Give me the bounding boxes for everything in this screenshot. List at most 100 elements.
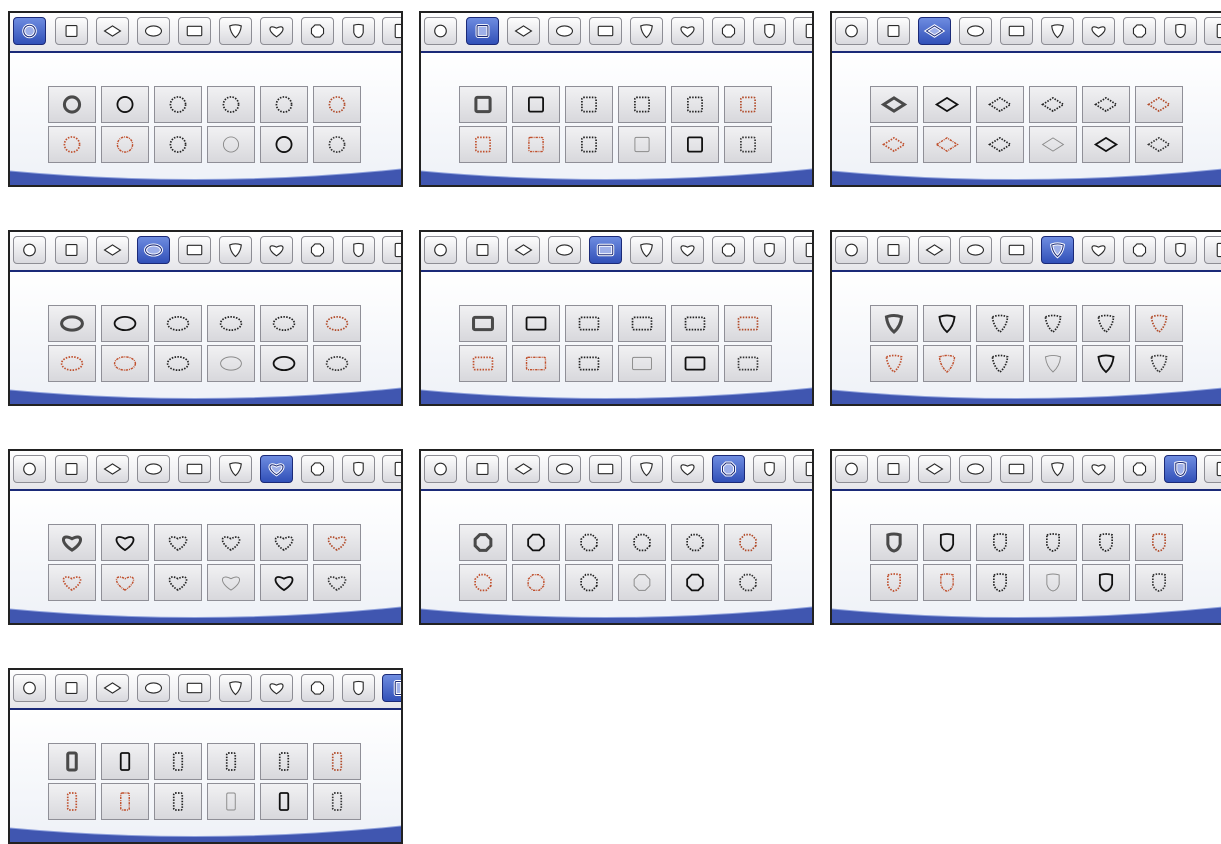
frame-style-button[interactable] [207,524,255,561]
frame-style-button[interactable] [618,564,666,601]
frame-style-button[interactable] [1135,126,1183,163]
frame-style-button[interactable] [154,345,202,382]
frame-style-button[interactable] [207,345,255,382]
frame-style-button[interactable] [724,305,772,342]
frame-style-button[interactable] [512,305,560,342]
tab-rectangle[interactable] [1000,455,1033,483]
tab-square[interactable] [55,674,88,702]
tab-circle[interactable] [424,236,457,264]
tab-rectangle[interactable] [178,17,211,45]
tab-square[interactable] [466,17,499,45]
tab-ellipse[interactable] [959,455,992,483]
tab-heart[interactable] [260,455,293,483]
frame-style-button[interactable] [48,345,96,382]
tab-diamond[interactable] [918,455,951,483]
frame-style-button[interactable] [565,305,613,342]
frame-style-button[interactable] [1135,524,1183,561]
frame-style-button[interactable] [512,345,560,382]
tab-diamond[interactable] [96,17,129,45]
frame-style-button[interactable] [48,126,96,163]
tab-rectangle[interactable] [178,455,211,483]
tab-tall-rectangle[interactable] [1204,455,1221,483]
frame-style-button[interactable] [260,564,308,601]
tab-shield-point[interactable] [630,455,663,483]
frame-style-button[interactable] [101,564,149,601]
frame-style-button[interactable] [512,126,560,163]
tab-shield[interactable] [342,17,375,45]
tab-square[interactable] [55,236,88,264]
tab-rectangle[interactable] [589,236,622,264]
frame-style-button[interactable] [260,524,308,561]
frame-style-button[interactable] [313,524,361,561]
tab-shield[interactable] [1164,236,1197,264]
tab-diamond[interactable] [507,17,540,45]
tab-square[interactable] [877,17,910,45]
frame-style-button[interactable] [48,743,96,780]
tab-shield-point[interactable] [1041,455,1074,483]
tab-tall-rectangle[interactable] [382,17,401,45]
tab-heart[interactable] [260,236,293,264]
tab-ellipse[interactable] [959,17,992,45]
frame-style-button[interactable] [671,564,719,601]
tab-ellipse[interactable] [548,236,581,264]
tab-octagon[interactable] [301,455,334,483]
tab-ellipse[interactable] [548,17,581,45]
frame-style-button[interactable] [618,345,666,382]
tab-ellipse[interactable] [137,674,170,702]
frame-style-button[interactable] [618,524,666,561]
tab-ellipse[interactable] [548,455,581,483]
frame-style-button[interactable] [724,86,772,123]
tab-heart[interactable] [1082,455,1115,483]
tab-shield-point[interactable] [630,17,663,45]
tab-diamond[interactable] [96,455,129,483]
frame-style-button[interactable] [207,86,255,123]
frame-style-button[interactable] [870,524,918,561]
frame-style-button[interactable] [671,126,719,163]
tab-shield-point[interactable] [1041,236,1074,264]
tab-shield[interactable] [753,455,786,483]
frame-style-button[interactable] [923,345,971,382]
tab-circle[interactable] [835,455,868,483]
frame-style-button[interactable] [48,783,96,820]
tab-shield-point[interactable] [219,17,252,45]
tab-circle[interactable] [13,17,46,45]
frame-style-button[interactable] [313,345,361,382]
frame-style-button[interactable] [724,345,772,382]
frame-style-button[interactable] [671,524,719,561]
tab-tall-rectangle[interactable] [382,455,401,483]
tab-ellipse[interactable] [137,236,170,264]
frame-style-button[interactable] [512,524,560,561]
frame-style-button[interactable] [671,305,719,342]
frame-style-button[interactable] [724,126,772,163]
frame-style-button[interactable] [512,86,560,123]
frame-style-button[interactable] [976,345,1024,382]
tab-diamond[interactable] [96,674,129,702]
tab-octagon[interactable] [1123,455,1156,483]
frame-style-button[interactable] [207,126,255,163]
frame-style-button[interactable] [976,524,1024,561]
frame-style-button[interactable] [154,305,202,342]
tab-shield[interactable] [1164,455,1197,483]
frame-style-button[interactable] [870,345,918,382]
tab-tall-rectangle[interactable] [382,674,401,702]
frame-style-button[interactable] [260,345,308,382]
frame-style-button[interactable] [870,126,918,163]
frame-style-button[interactable] [1082,86,1130,123]
frame-style-button[interactable] [565,126,613,163]
frame-style-button[interactable] [1029,126,1077,163]
frame-style-button[interactable] [260,743,308,780]
tab-circle[interactable] [835,17,868,45]
frame-style-button[interactable] [1082,564,1130,601]
frame-style-button[interactable] [1082,524,1130,561]
frame-style-button[interactable] [101,743,149,780]
tab-circle[interactable] [13,236,46,264]
frame-style-button[interactable] [1135,86,1183,123]
tab-octagon[interactable] [301,17,334,45]
frame-style-button[interactable] [1135,305,1183,342]
tab-rectangle[interactable] [178,236,211,264]
tab-shield[interactable] [342,455,375,483]
frame-style-button[interactable] [154,564,202,601]
frame-style-button[interactable] [923,524,971,561]
frame-style-button[interactable] [1082,126,1130,163]
tab-shield-point[interactable] [1041,17,1074,45]
